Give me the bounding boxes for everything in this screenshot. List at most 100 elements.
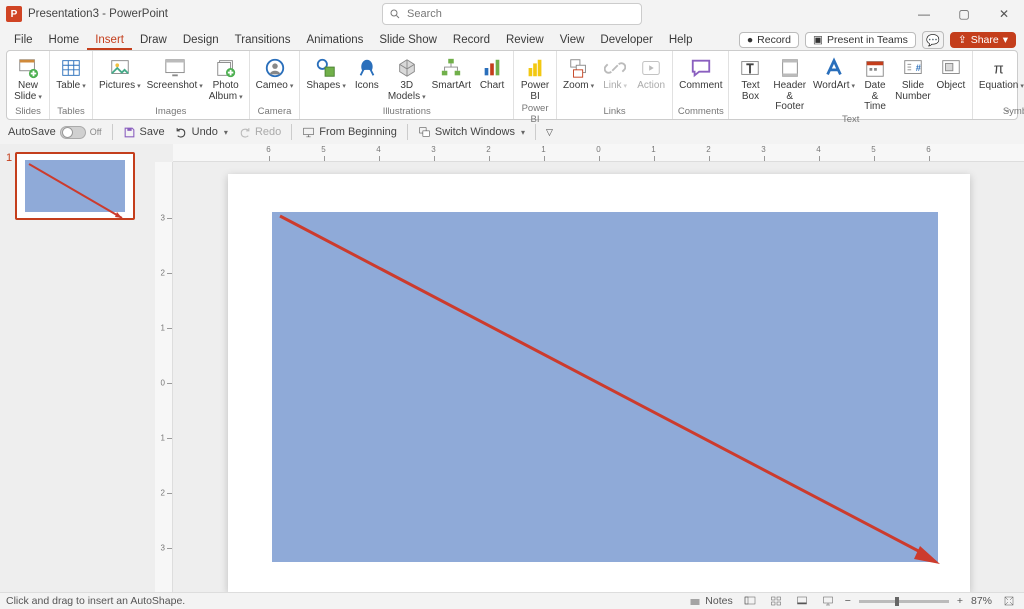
powerbi-button[interactable]: PowerBI: [518, 55, 552, 102]
maximize-button[interactable]: ▢: [944, 0, 984, 28]
minimize-button[interactable]: —: [904, 0, 944, 28]
search-box[interactable]: Search: [382, 3, 642, 25]
smartart-button[interactable]: SmartArt: [430, 55, 473, 92]
from-beginning-button[interactable]: From Beginning: [302, 126, 397, 139]
chart-button[interactable]: Chart: [475, 55, 509, 92]
new-slide-button[interactable]: NewSlide: [11, 55, 45, 102]
equation-icon: π: [990, 57, 1012, 79]
tab-animations[interactable]: Animations: [298, 32, 371, 50]
3d-models-button[interactable]: 3DModels: [386, 55, 428, 102]
zoom-slider[interactable]: [859, 600, 949, 603]
tab-home[interactable]: Home: [41, 32, 88, 50]
zoom-button[interactable]: Zoom: [561, 55, 596, 92]
cameo-button[interactable]: Cameo: [254, 55, 296, 92]
tab-transitions[interactable]: Transitions: [227, 32, 299, 50]
share-button[interactable]: ⇪ Share ▾: [950, 32, 1016, 48]
tab-review[interactable]: Review: [498, 32, 552, 50]
qat-customize[interactable]: ▽: [546, 127, 553, 138]
fit-to-window-button[interactable]: [1000, 594, 1018, 608]
undo-button[interactable]: Undo: [175, 126, 228, 139]
zoom-in-button[interactable]: +: [957, 595, 963, 607]
table-button[interactable]: Table: [54, 55, 88, 92]
horizontal-ruler[interactable]: 6543210123456: [173, 144, 1024, 162]
date-time-button[interactable]: Date &Time: [858, 55, 892, 113]
ribbon-group-text: TextBoxHeader& FooterWordArtDate &Time#S…: [729, 51, 972, 119]
vertical-ruler[interactable]: 3210123: [155, 162, 173, 592]
search-placeholder: Search: [407, 8, 442, 20]
save-icon: [123, 126, 136, 139]
quick-access-toolbar: AutoSave Off Save Undo Redo From Beginni…: [0, 120, 1024, 144]
text-box-button[interactable]: TextBox: [733, 55, 767, 102]
undo-icon: [175, 126, 188, 139]
pictures-button[interactable]: Pictures: [97, 55, 143, 92]
comments-pane-button[interactable]: 💬: [922, 31, 944, 49]
header-footer-button[interactable]: Header& Footer: [769, 55, 810, 113]
tab-record[interactable]: Record: [445, 32, 498, 50]
tab-insert[interactable]: Insert: [87, 32, 132, 50]
icons-button[interactable]: Icons: [350, 55, 384, 92]
workspace: 1 6543210123456 3210123: [0, 144, 1024, 592]
ribbon-group-slides: NewSlideSlides: [7, 51, 50, 119]
slide-thumbnail-1[interactable]: [15, 152, 135, 220]
autosave-toggle[interactable]: AutoSave Off: [8, 126, 102, 139]
powerpoint-icon: P: [6, 6, 22, 22]
tab-design[interactable]: Design: [175, 32, 227, 50]
record-button[interactable]: ● Record: [739, 32, 799, 48]
status-bar: Click and drag to insert an AutoShape. N…: [0, 592, 1024, 609]
thumbnail-number: 1: [6, 152, 12, 164]
slide-sorter-button[interactable]: [767, 594, 785, 608]
save-button[interactable]: Save: [123, 126, 165, 139]
ribbon-collapse-icon[interactable]: ⌄: [1003, 104, 1011, 115]
photo-album-button[interactable]: PhotoAlbum: [207, 55, 245, 102]
date-time-icon: [864, 57, 886, 79]
close-button[interactable]: ✕: [984, 0, 1024, 28]
tab-draw[interactable]: Draw: [132, 32, 175, 50]
slideshow-view-button[interactable]: [819, 594, 837, 608]
zoom-out-button[interactable]: −: [845, 595, 851, 607]
icons-icon: [356, 57, 378, 79]
table-icon: [60, 57, 82, 79]
title-right-tools: ● Record ▣ Present in Teams 💬 ⇪ Share ▾: [739, 31, 1016, 49]
reading-view-button[interactable]: [793, 594, 811, 608]
window-title: Presentation3 - PowerPoint: [28, 8, 168, 20]
action-button[interactable]: Action: [634, 55, 668, 92]
red-arrow-shape[interactable]: [280, 216, 950, 570]
tab-developer[interactable]: Developer: [592, 32, 660, 50]
normal-view-button[interactable]: [741, 594, 759, 608]
ribbon-tabs: FileHomeInsertDrawDesignTransitionsAnima…: [0, 28, 1024, 50]
ribbon-group-images: PicturesScreenshotPhotoAlbumImages: [93, 51, 250, 119]
shapes-icon: [315, 57, 337, 79]
comment-button[interactable]: Comment: [677, 55, 724, 92]
screenshot-icon: [164, 57, 186, 79]
ribbon-group-symbols: πEquationΩSymbolSymbols: [973, 51, 1024, 119]
ribbon-group-tables: TableTables: [50, 51, 93, 119]
windows-icon: [418, 126, 431, 139]
ribbon-group-illustrations: ShapesIcons3DModelsSmartArtChartIllustra…: [300, 51, 514, 119]
tab-file[interactable]: File: [6, 32, 41, 50]
screenshot-button[interactable]: Screenshot: [145, 55, 205, 92]
notes-button[interactable]: Notes: [688, 594, 732, 608]
wordart-button[interactable]: WordArt: [812, 55, 856, 92]
shapes-button[interactable]: Shapes: [304, 55, 347, 92]
object-button[interactable]: Object: [934, 55, 968, 92]
link-button[interactable]: Link: [598, 55, 632, 92]
tab-help[interactable]: Help: [661, 32, 701, 50]
action-icon: [640, 57, 662, 79]
slide-thumbnail-panel[interactable]: 1: [0, 144, 155, 592]
text-box-icon: [739, 57, 761, 79]
tab-slide-show[interactable]: Slide Show: [371, 32, 445, 50]
redo-button[interactable]: Redo: [238, 126, 281, 139]
tab-view[interactable]: View: [552, 32, 593, 50]
slide-canvas[interactable]: [173, 162, 1024, 592]
present-in-teams-button[interactable]: ▣ Present in Teams: [805, 32, 916, 48]
search-icon: [389, 8, 401, 20]
switch-windows-button[interactable]: Switch Windows: [418, 126, 525, 139]
autosave-switch[interactable]: [60, 126, 86, 139]
window-controls: — ▢ ✕: [904, 0, 1024, 28]
slide-number-button[interactable]: #SlideNumber: [894, 55, 932, 102]
present-icon: [302, 126, 315, 139]
slide[interactable]: [228, 174, 970, 592]
powerbi-icon: [524, 57, 546, 79]
equation-button[interactable]: πEquation: [977, 55, 1024, 92]
ribbon-group-power-bi: PowerBIPower BI: [514, 51, 557, 119]
